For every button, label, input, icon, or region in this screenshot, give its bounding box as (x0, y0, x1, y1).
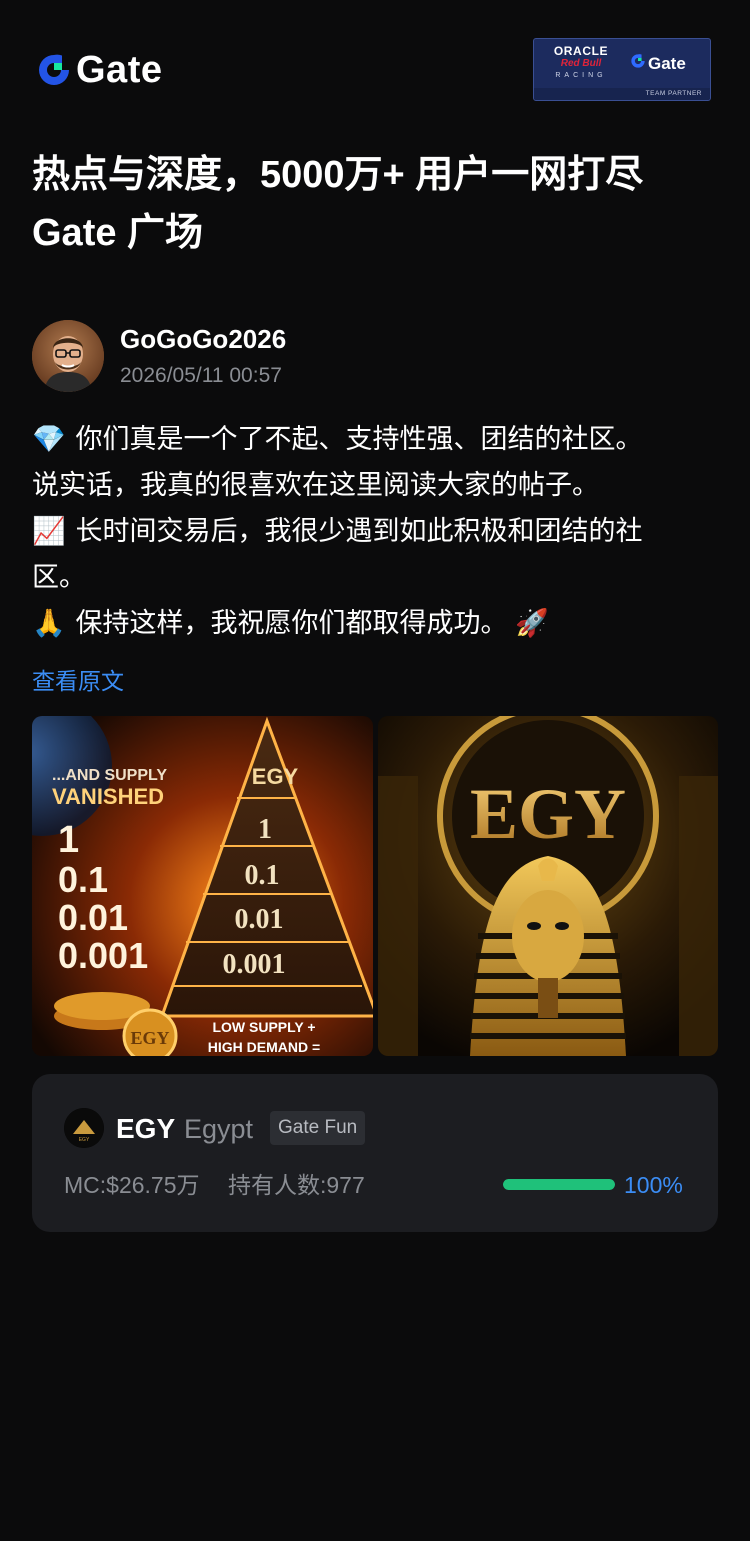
token-pyramid-icon: EGY (64, 1108, 104, 1148)
partner-redbull: Red Bull (560, 58, 602, 69)
author-block: GoGoGo2026 2026/05/11 00:57 (32, 320, 722, 392)
coin-label: EGY (130, 1028, 169, 1048)
post-line-text: 保持这样，我祝愿你们都取得成功。 🚀 (68, 608, 549, 638)
left-footer-1: LOW SUPPLY + (212, 1019, 315, 1035)
folded-hands-icon: 🙏 (32, 608, 66, 638)
pyramid-value: 1 (258, 814, 272, 845)
left-value: 0.001 (58, 935, 148, 976)
left-header-2: VANISHED (52, 784, 164, 809)
left-header-1: ...AND SUPPLY (52, 767, 167, 784)
left-value: 0.1 (58, 859, 108, 900)
left-value: 1 (58, 819, 79, 861)
token-card[interactable]: EGY EGY Egypt Gate Fun MC:$26.75万 持有人数:9… (32, 1074, 718, 1232)
chart-increasing-icon: 📈 (32, 516, 66, 546)
post-line: 💎 你们真是一个了不起、支持性强、团结的社区。 (32, 416, 722, 462)
post-timestamp: 2026/05/11 00:57 (120, 364, 282, 387)
page-title-line2: Gate 广场 (32, 212, 204, 254)
post-line-text: 长时间交易后，我很少遇到如此积极和团结的社 (68, 516, 643, 546)
token-holders: 持有人数:977 (228, 1172, 365, 1198)
pharaoh-title: EGY (469, 774, 625, 854)
header: Gate ORACLE Red Bull RACING Gate TEAM PA… (0, 0, 750, 130)
post-line: 📈 长时间交易后，我很少遇到如此积极和团结的社 (32, 508, 722, 554)
author-name[interactable]: GoGoGo2026 (120, 322, 286, 356)
post-line-text: 你们真是一个了不起、支持性强、团结的社区。 (68, 424, 643, 454)
view-original-link[interactable]: 查看原文 (32, 664, 124, 698)
gem-icon: 💎 (32, 424, 66, 454)
partner-badge: ORACLE Red Bull RACING Gate TEAM PARTNER (533, 38, 711, 101)
token-tag: Gate Fun (270, 1111, 366, 1145)
token-name: Egypt (184, 1114, 254, 1144)
post-image-egy-pyramid[interactable]: EGY 1 0.1 0.01 0.001 ...AND SUPPLY VANIS… (32, 716, 373, 1056)
partner-tagline: TEAM PARTNER (534, 88, 710, 100)
post-line: 区。 (32, 554, 722, 600)
partner-oracle: ORACLE (553, 44, 609, 58)
token-market-cap: MC:$26.75万 (64, 1172, 200, 1198)
page-title-line1: 热点与深度，5000万+ 用户一网打尽 (32, 154, 644, 196)
token-progress-bar (503, 1179, 615, 1190)
pyramid-label-egy: EGY (252, 764, 299, 789)
post-images: EGY 1 0.1 0.01 0.001 ...AND SUPPLY VANIS… (32, 716, 718, 1056)
post-line-text: 说实话，我真的很喜欢在这里阅读大家的帖子。 (32, 470, 599, 500)
post-line-text: 区。 (32, 562, 86, 592)
gate-logo[interactable]: Gate (36, 50, 162, 90)
partner-gate-icon (630, 53, 646, 74)
token-progress-label: 100% (624, 1172, 683, 1198)
left-value: 0.01 (58, 897, 128, 938)
token-symbol: EGY (116, 1113, 176, 1144)
pyramid-value: 0.001 (223, 949, 286, 980)
partner-racing: RACING (555, 72, 607, 79)
left-footer-2: HIGH DEMAND = (208, 1039, 320, 1055)
logo-text: Gate (76, 49, 163, 91)
gate-logo-icon (36, 52, 72, 88)
token-progress-fill (503, 1179, 615, 1190)
post-image-egy-pharaoh[interactable]: EGY (377, 716, 718, 1056)
post-line: 说实话，我真的很喜欢在这里阅读大家的帖子。 (32, 462, 722, 508)
partner-gate-text: Gate (648, 53, 686, 73)
post-body: 💎 你们真是一个了不起、支持性强、团结的社区。 说实话，我真的很喜欢在这里阅读大… (32, 416, 722, 646)
avatar[interactable] (32, 320, 104, 392)
pyramid-value: 0.1 (245, 860, 280, 891)
page-title: 热点与深度，5000万+ 用户一网打尽 Gate 广场 (32, 146, 722, 262)
token-icon-text: EGY (79, 1137, 90, 1143)
pyramid-value: 0.01 (235, 904, 284, 935)
post-line: 🙏 保持这样，我祝愿你们都取得成功。 🚀 (32, 600, 722, 646)
